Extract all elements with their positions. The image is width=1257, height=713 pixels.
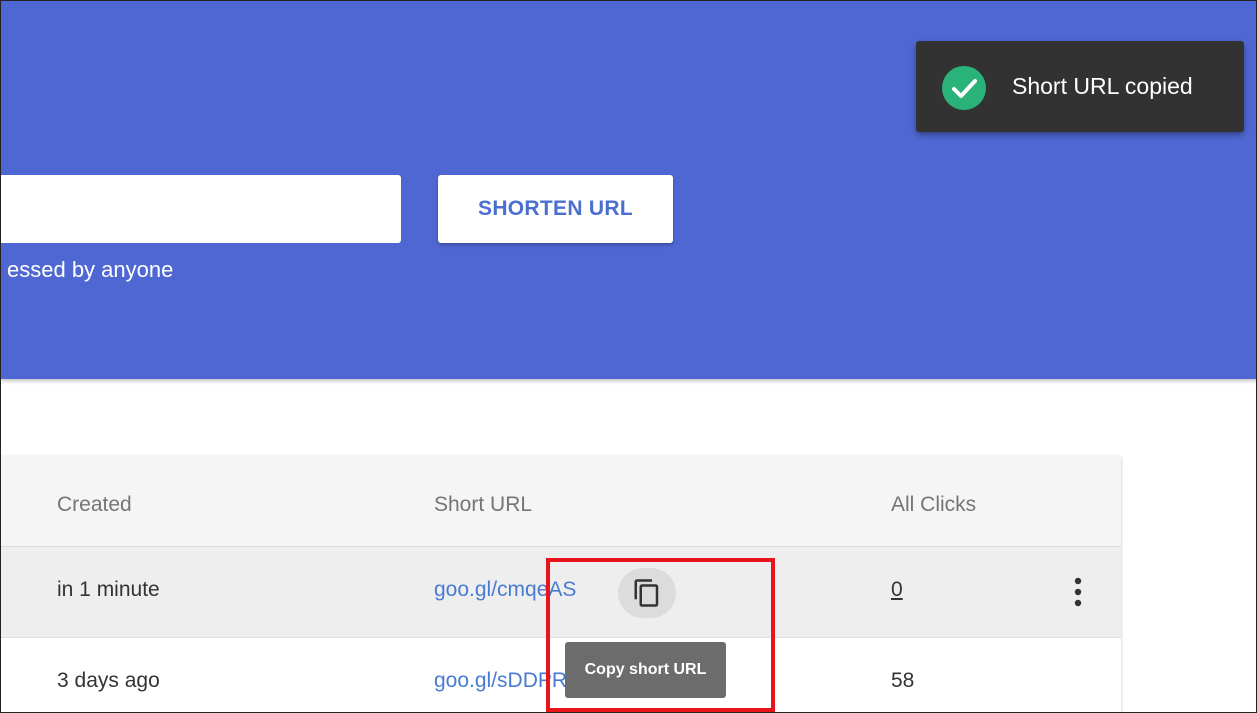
created-cell: in 1 minute (57, 578, 160, 601)
shorten-url-button[interactable]: SHORTEN URL (438, 175, 673, 243)
snackbar: Short URL copied (916, 41, 1244, 132)
more-vert-icon (1074, 577, 1082, 607)
hero-banner: SHORTEN URL essed by anyone Short URL co… (1, 1, 1256, 379)
short-url-link[interactable]: goo.gl/cmqeAS (434, 578, 576, 602)
more-options-button[interactable] (1063, 570, 1093, 614)
column-short-url[interactable]: Short URL (434, 493, 532, 517)
clicks-count: 58 (891, 669, 915, 692)
app-frame: SHORTEN URL essed by anyone Short URL co… (0, 0, 1257, 713)
table-row[interactable]: 3 days ago goo.gl/sDDPR 58 (1, 638, 1121, 712)
table-header: Created Short URL All Clicks (1, 456, 1121, 547)
column-all-clicks[interactable]: All Clicks (891, 493, 976, 517)
short-url-link[interactable]: goo.gl/sDDPR (434, 669, 567, 693)
copy-tooltip: Copy short URL (565, 642, 726, 698)
visibility-hint: essed by anyone (7, 257, 174, 282)
snackbar-message: Short URL copied (1012, 73, 1193, 99)
urls-table: Created Short URL All Clicks in 1 minute… (1, 456, 1121, 712)
copy-short-url-button[interactable] (618, 568, 676, 618)
check-circle-icon (942, 66, 986, 110)
long-url-input[interactable] (1, 175, 401, 243)
table-row[interactable]: in 1 minute goo.gl/cmqeAS 0 (1, 547, 1121, 638)
clicks-link[interactable]: 0 (891, 578, 903, 602)
created-cell: 3 days ago (57, 669, 160, 692)
copy-icon (634, 579, 659, 607)
column-created[interactable]: Created (57, 493, 132, 517)
